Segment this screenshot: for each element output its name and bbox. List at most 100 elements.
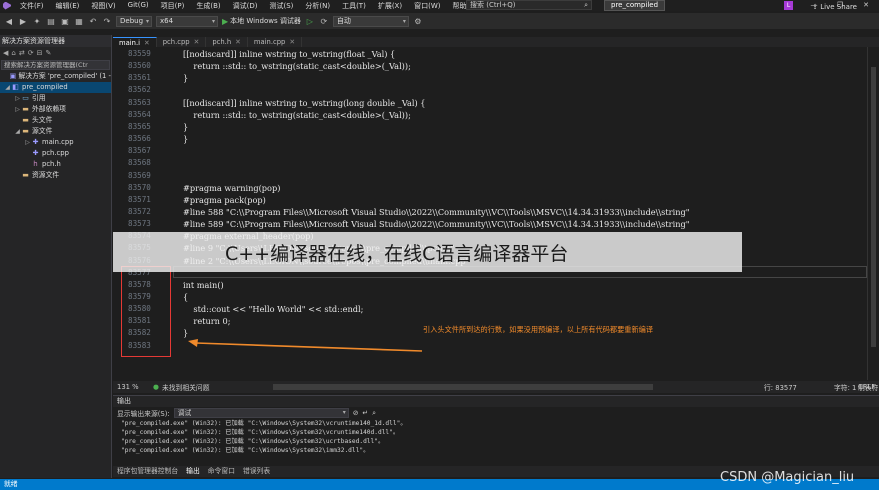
close-tab-icon[interactable]: ✕ [289, 38, 295, 46]
menu-item[interactable]: 分析(N) [299, 1, 336, 11]
solution-explorer-tools: ◀ ⌂ ⇄ ⟳ ⊟ ✎ [0, 47, 111, 59]
menu-item[interactable]: 测试(S) [263, 1, 299, 11]
tab-main-i[interactable]: main.i ✕ [113, 37, 157, 47]
line-number: 83559 [128, 49, 151, 58]
expander-icon[interactable]: ◢ [14, 126, 21, 137]
line-number: 83565 [128, 121, 151, 131]
header-file-icon: h [33, 160, 38, 168]
tab-pch-h[interactable]: pch.h ✕ [206, 37, 248, 47]
menu-item[interactable]: 文件(F) [14, 1, 50, 11]
tab-label: main.i [119, 39, 141, 47]
run-debugger-button[interactable]: ▶ 本地 Windows 调试器 [222, 16, 301, 26]
save-all-icon[interactable]: ▦ [74, 17, 84, 26]
bottom-tab[interactable]: 命令窗口 [204, 466, 239, 477]
menu-item[interactable]: 扩展(X) [372, 1, 408, 11]
expander-icon[interactable]: ◢ [4, 82, 11, 93]
tree-item[interactable]: ◢ ▬ 源文件 [0, 126, 111, 137]
expander-icon[interactable]: ▷ [14, 93, 21, 104]
menu-item[interactable]: 工具(T) [336, 1, 372, 11]
configuration-select[interactable]: Debug [116, 15, 152, 27]
open-icon[interactable]: ▤ [46, 17, 56, 26]
collapse-icon[interactable]: ⊟ [37, 49, 43, 57]
line-number: 83573 [128, 219, 151, 229]
close-tab-icon[interactable]: ✕ [144, 39, 150, 47]
expander-icon[interactable]: ▷ [24, 137, 31, 148]
run-label: 本地 Windows 调试器 [230, 17, 301, 25]
close-tab-icon[interactable]: ✕ [235, 38, 241, 46]
code-line: [[nodiscard]] inline wstring to_wstring(… [183, 97, 426, 108]
refresh-icon[interactable]: ⟳ [319, 17, 329, 26]
search-input[interactable]: 搜索 (Ctrl+Q) ⌕ [466, 0, 592, 10]
output-line: "pre_compiled.exe" (Win32): 已加载 "C:\Wind… [121, 420, 407, 427]
tab-main-cpp[interactable]: main.cpp ✕ [248, 37, 303, 47]
zoom-level[interactable]: 131 % [113, 383, 153, 391]
line-number: 83570 [128, 182, 151, 192]
tree-item[interactable]: h pch.h [0, 159, 111, 170]
tab-pch-cpp[interactable]: pch.cpp ✕ [157, 37, 207, 47]
home-icon[interactable]: ⌂ [11, 49, 15, 57]
undo-icon[interactable]: ↶ [88, 17, 98, 26]
live-share-button[interactable]: ⇪ Live Share [812, 3, 857, 11]
menu-item[interactable]: 生成(B) [190, 1, 226, 11]
watermark: CSDN @Magician_liu [720, 470, 855, 485]
solution-search-input[interactable]: 搜索解决方案资源管理器(Ctr [1, 60, 110, 70]
menu-item[interactable]: 窗口(W) [408, 1, 446, 11]
new-item-icon[interactable]: ✦ [32, 17, 42, 26]
menu-item[interactable]: 视图(V) [85, 1, 121, 11]
code-line: } [183, 73, 189, 84]
tool-icon[interactable]: ⚙ [413, 17, 423, 26]
cpp-file-icon: ✚ [32, 138, 39, 146]
expander-icon[interactable]: ▷ [14, 104, 21, 115]
forward-icon[interactable]: ▶ [18, 17, 28, 26]
line-indicator: 行: 83577 [764, 384, 797, 392]
tree-item-label: pch.h [42, 160, 61, 168]
wrap-icon[interactable]: ↵ [362, 409, 368, 417]
menu-item[interactable]: 项目(P) [155, 1, 191, 11]
scroll-thumb[interactable] [871, 67, 876, 347]
line-number: 83572 [128, 206, 151, 216]
annotation-text: 引入头文件所到达的行数，如果没用预编译，以上所有代码都要重新编译 [423, 325, 654, 334]
clear-output-icon[interactable]: ⊘ [353, 409, 359, 417]
avatar[interactable]: L [784, 1, 793, 10]
auto-select[interactable]: 自动 [332, 15, 409, 27]
bottom-tab[interactable]: 输出 [182, 466, 204, 477]
tree-item-label: 头文件 [32, 116, 53, 124]
properties-icon[interactable]: ✎ [45, 49, 51, 57]
tree-item-label: 源文件 [32, 127, 53, 135]
tree-item[interactable]: ▷ ✚ main.cpp [0, 137, 111, 148]
save-icon[interactable]: ▣ [60, 17, 70, 26]
tree-item[interactable]: ▬ 资源文件 [0, 170, 111, 181]
tree-item[interactable]: ▷ ▬ 外部依赖项 [0, 104, 111, 115]
solution-explorer-title: 解决方案资源管理器 [0, 35, 111, 47]
bottom-tab[interactable]: 程序包管理器控制台 [113, 466, 182, 477]
issues-status[interactable]: 未找到相关问题 [162, 382, 210, 392]
tree-item[interactable]: ▣ 解决方案 'pre_compiled' (1 - [0, 71, 111, 82]
start-without-debug-icon[interactable]: ▷ [305, 17, 315, 26]
bottom-tab[interactable]: 错误列表 [239, 466, 274, 477]
tree-item-label: pch.cpp [42, 149, 69, 157]
horizontal-scrollbar[interactable] [273, 384, 653, 390]
line-number: 83566 [128, 134, 151, 144]
menu-item[interactable]: 编辑(E) [50, 1, 86, 11]
line-number: 83564 [128, 109, 151, 119]
switch-view-icon[interactable]: ⇄ [19, 49, 25, 57]
solution-icon: ▣ [9, 72, 17, 80]
folder-icon: ▬ [22, 127, 29, 135]
menu-item[interactable]: Git(G) [122, 1, 155, 11]
menu-item[interactable]: 调试(D) [227, 1, 264, 11]
tree-item[interactable]: ◢ ◧ pre_compiled [0, 82, 111, 93]
tree-item[interactable]: ▬ 头文件 [0, 115, 111, 126]
find-icon[interactable]: ⌕ [372, 409, 376, 418]
output-title: 输出 [113, 396, 879, 407]
platform-select[interactable]: x64 [156, 15, 218, 27]
vertical-scrollbar[interactable] [867, 47, 879, 380]
code-line: { [183, 292, 189, 302]
back-icon[interactable]: ◀ [3, 49, 8, 57]
output-source-select[interactable]: 调试 [173, 408, 349, 418]
sync-icon[interactable]: ⟳ [28, 49, 34, 57]
back-icon[interactable]: ◀ [4, 17, 14, 26]
redo-icon[interactable]: ↷ [102, 17, 112, 26]
tree-item[interactable]: ▷ ▭ 引用 [0, 93, 111, 104]
tree-item[interactable]: ✚ pch.cpp [0, 148, 111, 159]
close-tab-icon[interactable]: ✕ [194, 38, 200, 46]
